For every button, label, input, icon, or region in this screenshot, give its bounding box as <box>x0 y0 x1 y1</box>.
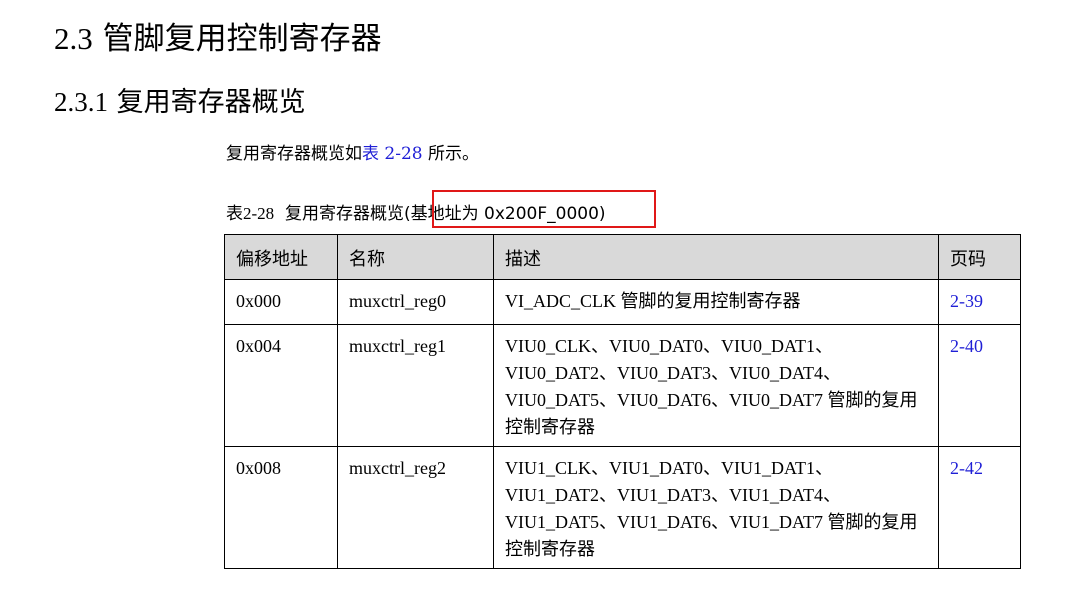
cell-offset: 0x004 <box>224 324 338 447</box>
subsection-title: 复用寄存器概览 <box>116 87 306 118</box>
cell-name: muxctrl_reg1 <box>337 324 494 447</box>
cell-page: 2-42 <box>938 446 1021 569</box>
table-caption-label: 复用寄存器概览 <box>284 204 404 224</box>
section-number: 2.3 <box>54 21 93 56</box>
table-row: 0x004 muxctrl_reg1 VIU0_CLK、VIU0_DAT0、VI… <box>224 324 1021 447</box>
intro-text-after: 所示。 <box>422 144 480 164</box>
table-row: 0x000 muxctrl_reg0 VI_ADC_CLK 管脚的复用控制寄存器… <box>224 279 1021 325</box>
cell-page: 2-39 <box>938 279 1021 325</box>
table-reference-link[interactable]: 表 2-28 <box>362 144 423 164</box>
cell-description: VI_ADC_CLK 管脚的复用控制寄存器 <box>493 279 939 325</box>
cell-description: VIU1_CLK、VIU1_DAT0、VIU1_DAT1、VIU1_DAT2、V… <box>493 446 939 569</box>
cell-name: muxctrl_reg0 <box>337 279 494 325</box>
cell-offset: 0x008 <box>224 446 338 569</box>
table-row: 0x008 muxctrl_reg2 VIU1_CLK、VIU1_DAT0、VI… <box>224 446 1021 569</box>
cell-name: muxctrl_reg2 <box>337 446 494 569</box>
page-link[interactable]: 2-40 <box>950 336 983 356</box>
highlight-annotation-box <box>432 190 656 228</box>
intro-paragraph: 复用寄存器概览如表 2-28 所示。 <box>226 142 479 166</box>
subsection-number: 2.3.1 <box>54 87 108 117</box>
cell-description: VIU0_CLK、VIU0_DAT0、VIU0_DAT1、VIU0_DAT2、V… <box>493 324 939 447</box>
register-overview-table: 偏移地址 名称 描述 页码 0x000 muxctrl_reg0 VI_ADC_… <box>224 234 1021 569</box>
table-caption-number: 表2-28 <box>226 204 275 223</box>
table-header-row: 偏移地址 名称 描述 页码 <box>224 234 1021 280</box>
section-heading: 2.3 管脚复用控制寄存器 <box>54 18 382 60</box>
section-title: 管脚复用控制寄存器 <box>102 21 382 57</box>
column-header-description: 描述 <box>493 234 939 280</box>
column-header-name: 名称 <box>337 234 494 280</box>
column-header-page: 页码 <box>938 234 1021 280</box>
column-header-offset: 偏移地址 <box>224 234 338 280</box>
cell-page: 2-40 <box>938 324 1021 447</box>
cell-offset: 0x000 <box>224 279 338 325</box>
intro-text-before: 复用寄存器概览如 <box>226 144 362 164</box>
page-link[interactable]: 2-39 <box>950 291 983 311</box>
page-link[interactable]: 2-42 <box>950 458 983 478</box>
subsection-heading: 2.3.1 复用寄存器概览 <box>54 83 306 122</box>
